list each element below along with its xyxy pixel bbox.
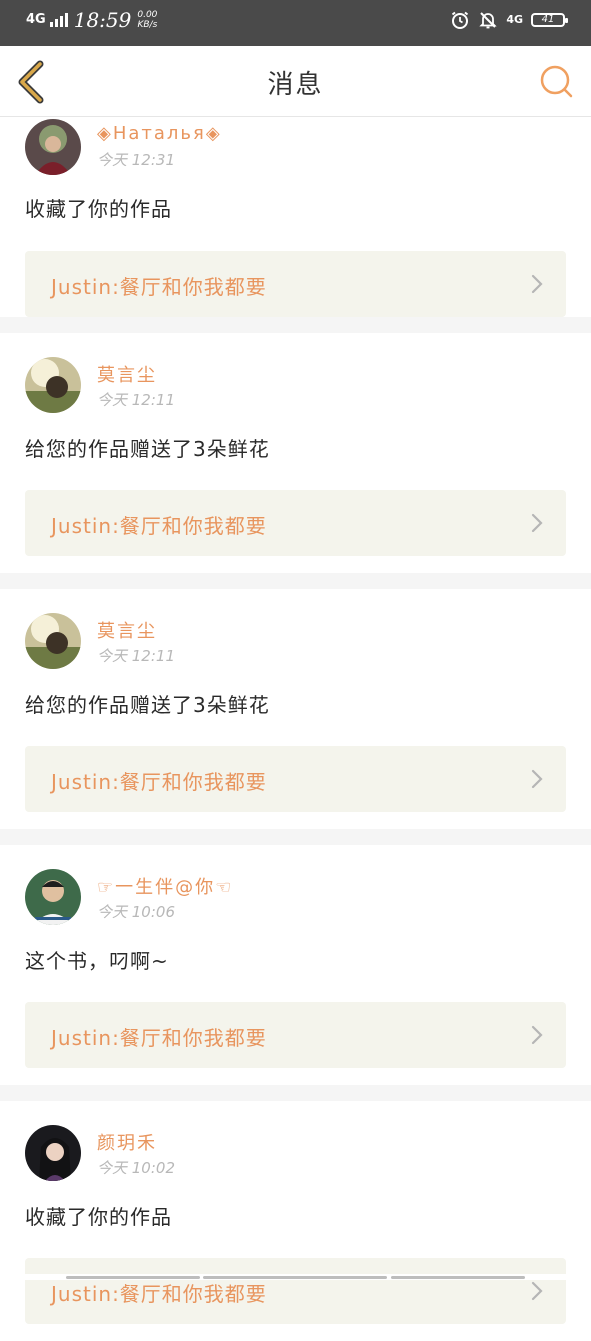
work-title: Justin:餐厅和你我都要	[51, 770, 267, 794]
status-right: 4G 41	[450, 10, 568, 30]
battery-level: 41	[541, 14, 555, 25]
chevron-right-icon	[531, 1281, 543, 1301]
work-title: Justin:餐厅和你我都要	[51, 275, 267, 299]
work-link[interactable]: Justin:餐厅和你我都要	[25, 746, 566, 812]
avatar-image	[25, 119, 81, 175]
timestamp: 今天 10:02	[97, 1159, 175, 1177]
message-item: ☞一生伴@你☜ 今天 10:06 这个书，叼啊~ Justin:餐厅和你我都要	[0, 845, 591, 1085]
battery-icon: 41	[531, 13, 568, 27]
avatar-image	[25, 613, 81, 669]
work-link[interactable]: Justin:餐厅和你我都要	[25, 1002, 566, 1068]
message-list: ◈Наталья◈ 今天 12:31 收藏了你的作品 Justin:餐厅和你我都…	[0, 117, 591, 1341]
username[interactable]: ☞一生伴@你☜	[97, 873, 233, 899]
divider	[0, 829, 591, 845]
signal-icon	[49, 13, 68, 27]
divider	[0, 317, 591, 333]
network-type-right: 4G	[506, 13, 523, 26]
chevron-right-icon	[531, 769, 543, 789]
avatar[interactable]	[25, 613, 81, 669]
divider	[0, 573, 591, 589]
scroll-indicator-segment	[66, 1276, 200, 1279]
work-title: Justin:餐厅和你我都要	[51, 514, 267, 538]
clock: 18:59	[73, 8, 132, 32]
chevron-right-icon	[531, 513, 543, 533]
status-left: 4G 18:59 0.00 KB/s	[26, 8, 157, 32]
timestamp: 今天 12:11	[97, 391, 175, 409]
message-item: 颜玥禾 今天 10:02 收藏了你的作品 Justin:餐厅和你我都要	[0, 1101, 591, 1341]
avatar[interactable]	[25, 869, 81, 925]
timestamp: 今天 12:11	[97, 647, 175, 665]
username[interactable]: 颜玥禾	[97, 1129, 157, 1155]
message-content: 这个书，叼啊~	[25, 949, 169, 973]
work-link[interactable]: Justin:餐厅和你我都要	[25, 251, 566, 317]
chevron-right-icon	[531, 274, 543, 294]
timestamp: 今天 12:31	[97, 151, 175, 169]
message-content: 收藏了你的作品	[25, 197, 172, 221]
avatar[interactable]	[25, 1125, 81, 1181]
network-speed: 0.00 KB/s	[137, 10, 157, 30]
network-type: 4G	[26, 12, 46, 27]
scroll-indicator	[0, 1274, 591, 1280]
message-item: ◈Наталья◈ 今天 12:31 收藏了你的作品 Justin:餐厅和你我都…	[0, 117, 591, 317]
alarm-icon	[452, 11, 469, 29]
network-speed-value: 0.00	[137, 10, 158, 20]
message-content: 收藏了你的作品	[25, 1205, 172, 1229]
work-title: Justin:餐厅和你我都要	[51, 1026, 267, 1050]
message-content: 给您的作品赠送了3朵鲜花	[25, 437, 270, 461]
divider	[0, 1085, 591, 1101]
avatar-image	[25, 869, 81, 925]
avatar-image	[25, 357, 81, 413]
network-speed-unit: KB/s	[137, 20, 158, 30]
mute-notification-icon	[479, 12, 497, 29]
status-bar: 4G 18:59 0.00 KB/s 4G 41	[0, 0, 591, 46]
scroll-indicator-segment	[391, 1276, 525, 1279]
message-content: 给您的作品赠送了3朵鲜花	[25, 693, 270, 717]
message-item: 莫言尘 今天 12:11 给您的作品赠送了3朵鲜花 Justin:餐厅和你我都要	[0, 333, 591, 573]
chevron-right-icon	[531, 1025, 543, 1045]
scroll-indicator-segment	[203, 1276, 387, 1279]
avatar[interactable]	[25, 119, 81, 175]
username[interactable]: 莫言尘	[97, 361, 157, 387]
message-item: 莫言尘 今天 12:11 给您的作品赠送了3朵鲜花 Justin:餐厅和你我都要	[0, 589, 591, 829]
username[interactable]: ◈Наталья◈	[97, 123, 222, 144]
username[interactable]: 莫言尘	[97, 617, 157, 643]
avatar[interactable]	[25, 357, 81, 413]
work-link[interactable]: Justin:餐厅和你我都要	[25, 1258, 566, 1324]
work-link[interactable]: Justin:餐厅和你我都要	[25, 490, 566, 556]
avatar-image	[25, 1125, 81, 1181]
timestamp: 今天 10:06	[97, 903, 175, 921]
work-title: Justin:餐厅和你我都要	[51, 1282, 267, 1306]
